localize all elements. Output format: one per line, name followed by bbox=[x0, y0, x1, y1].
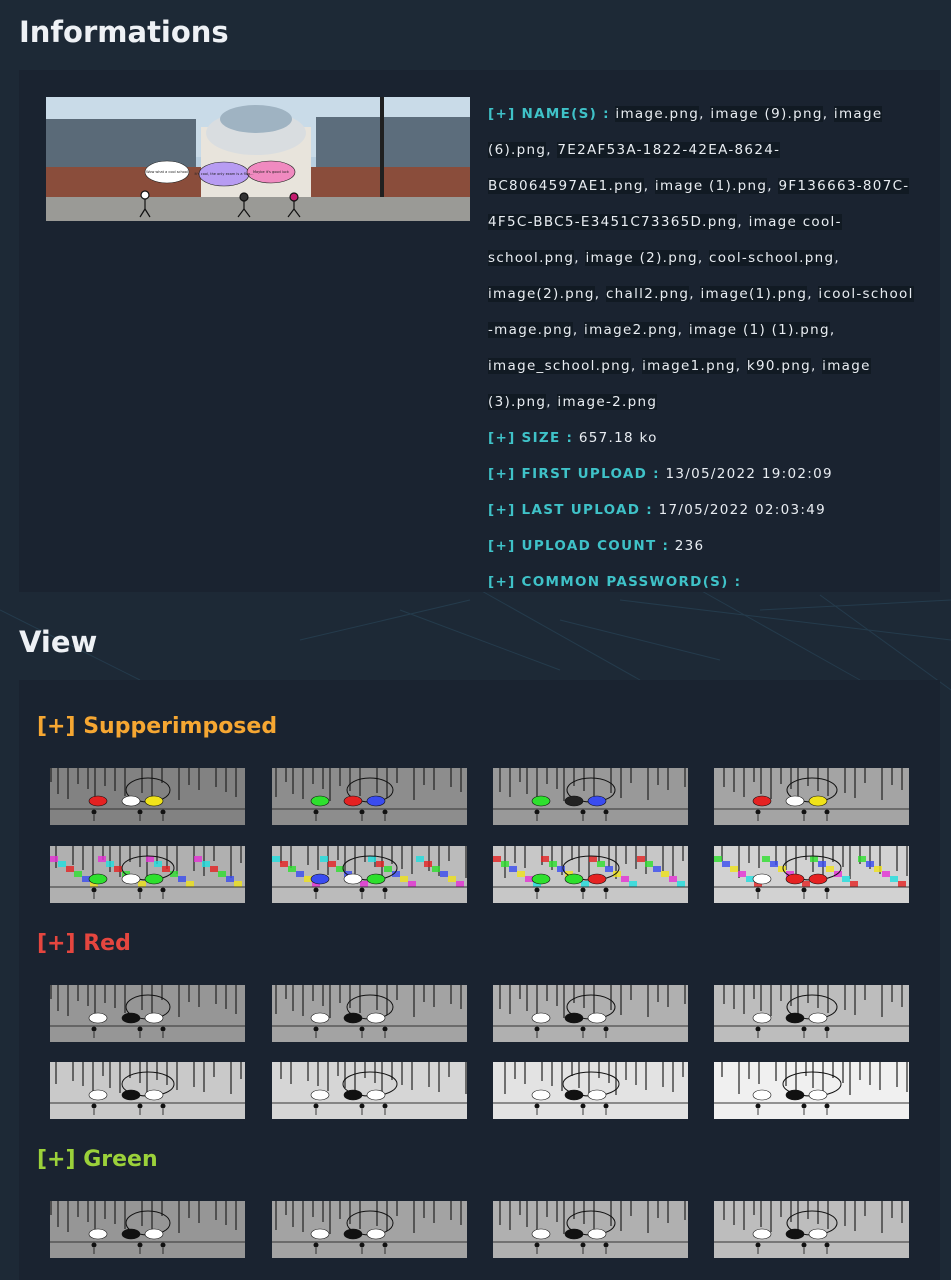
view-title: View bbox=[19, 625, 98, 659]
image-info-details: [+] NAME(S) : image.png, image (9).png, … bbox=[488, 96, 918, 600]
red-thumbnail[interactable] bbox=[493, 1062, 688, 1119]
section-title-green: [+] Green bbox=[37, 1147, 158, 1172]
upload-count-value: 236 bbox=[674, 538, 705, 554]
file-name: chall2.png bbox=[605, 286, 690, 302]
file-name: image (1).png bbox=[654, 178, 768, 194]
section-title-superimposed: [+] Supperimposed bbox=[37, 714, 278, 739]
file-name: image (9).png bbox=[710, 106, 823, 122]
red-thumbnail[interactable] bbox=[50, 985, 245, 1042]
hero-bubble-2: It's cool, the only exam is a flag... bbox=[195, 172, 254, 176]
green-thumbnail[interactable] bbox=[714, 1201, 909, 1258]
upload-count-label: [+] UPLOAD COUNT : bbox=[488, 538, 670, 554]
file-name: k90.png bbox=[746, 358, 811, 374]
file-name: image-2.png bbox=[557, 394, 658, 410]
last-upload-label: [+] LAST UPLOAD : bbox=[488, 502, 653, 518]
file-name: image_school.png bbox=[488, 358, 631, 374]
informations-title: Informations bbox=[19, 15, 229, 49]
green-thumbnail[interactable] bbox=[50, 1201, 245, 1258]
red-thumbnail[interactable] bbox=[272, 985, 467, 1042]
informations-panel: Wow what a cool school It's cool, the on… bbox=[19, 70, 940, 592]
file-name: image(1).png bbox=[700, 286, 808, 302]
red-thumbnail[interactable] bbox=[714, 1062, 909, 1119]
red-thumbnail[interactable] bbox=[272, 1062, 467, 1119]
common-passwords-row: [+] COMMON PASSWORD(S) : bbox=[488, 564, 918, 600]
red-thumbnail[interactable] bbox=[50, 1062, 245, 1119]
superimposed-thumbnail[interactable] bbox=[50, 846, 245, 903]
upload-count-row: [+] UPLOAD COUNT : 236 bbox=[488, 528, 918, 564]
names-list: image.png, image (9).png, image (6).png,… bbox=[488, 106, 914, 410]
first-upload-label: [+] FIRST UPLOAD : bbox=[488, 466, 660, 482]
file-name: image (2).png bbox=[585, 250, 698, 266]
names-label: [+] NAME(S) : bbox=[488, 106, 610, 122]
school-image-thumbnail[interactable]: Wow what a cool school It's cool, the on… bbox=[46, 97, 470, 221]
red-thumbnail[interactable] bbox=[714, 985, 909, 1042]
superimposed-thumbnail[interactable] bbox=[50, 768, 245, 825]
common-passwords-label: [+] COMMON PASSWORD(S) : bbox=[488, 574, 742, 590]
hero-bubble-1: Wow what a cool school bbox=[146, 170, 188, 174]
red-thumbnail[interactable] bbox=[493, 985, 688, 1042]
green-thumbnail[interactable] bbox=[493, 1201, 688, 1258]
green-thumbnail[interactable] bbox=[272, 1201, 467, 1258]
view-panel: [+] Supperimposed [+] Red [+] Green bbox=[19, 680, 940, 1280]
superimposed-thumbnail[interactable] bbox=[714, 846, 909, 903]
last-upload-row: [+] LAST UPLOAD : 17/05/2022 02:03:49 bbox=[488, 492, 918, 528]
superimposed-thumbnail[interactable] bbox=[272, 768, 467, 825]
size-label: [+] SIZE : bbox=[488, 430, 574, 446]
superimposed-thumbnail[interactable] bbox=[272, 846, 467, 903]
school-image: Wow what a cool school It's cool, the on… bbox=[46, 97, 470, 221]
first-upload-row: [+] FIRST UPLOAD : 13/05/2022 19:02:09 bbox=[488, 456, 918, 492]
file-name: image2.png bbox=[584, 322, 678, 338]
names-row: [+] NAME(S) : image.png, image (9).png, … bbox=[488, 96, 918, 420]
file-name: image1.png bbox=[642, 358, 736, 374]
file-name: image.png bbox=[615, 106, 700, 122]
superimposed-thumbnail[interactable] bbox=[714, 768, 909, 825]
size-row: [+] SIZE : 657.18 ko bbox=[488, 420, 918, 456]
file-name: image(2).png bbox=[488, 286, 595, 302]
size-value: 657.18 ko bbox=[578, 430, 658, 446]
last-upload-value: 17/05/2022 02:03:49 bbox=[658, 502, 827, 518]
hero-bubble-3: Maybe it's good luck bbox=[253, 170, 290, 174]
file-name: image (1) (1).png bbox=[688, 322, 830, 338]
section-title-red: [+] Red bbox=[37, 931, 131, 956]
first-upload-value: 13/05/2022 19:02:09 bbox=[665, 466, 833, 482]
file-name: cool-school.png bbox=[709, 250, 835, 266]
superimposed-thumbnail[interactable] bbox=[493, 846, 688, 903]
superimposed-thumbnail[interactable] bbox=[493, 768, 688, 825]
